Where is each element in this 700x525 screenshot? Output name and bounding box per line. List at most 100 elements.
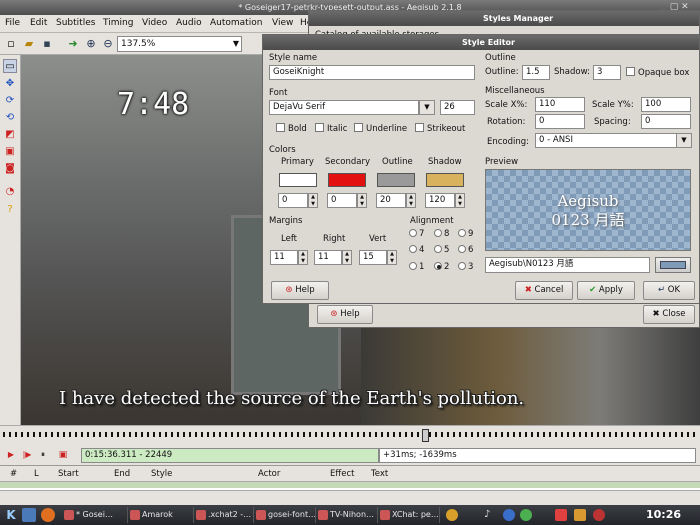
time-display[interactable]: 0:15:36.311 - 22449: [81, 448, 379, 463]
margin-right-spinner[interactable]: ▲ ▼: [342, 250, 352, 265]
primary-alpha-spinner[interactable]: ▲ ▼: [308, 193, 318, 208]
help-tool-icon[interactable]: ?: [3, 203, 17, 217]
outline-color-swatch[interactable]: [377, 173, 415, 187]
seek-slider[interactable]: [0, 425, 700, 445]
col-actor[interactable]: Actor: [258, 469, 280, 479]
autoscroll-icon[interactable]: ▣: [54, 448, 72, 462]
clip-tool-icon[interactable]: ▣: [3, 145, 17, 159]
manager-help-button[interactable]: ⊛ Help: [317, 305, 373, 324]
align-4-radio[interactable]: 4: [409, 245, 424, 255]
margin-vert-spinner[interactable]: ▲ ▼: [387, 250, 397, 265]
rotate-z-icon[interactable]: ⟳: [3, 94, 17, 108]
align-3-radio[interactable]: 3: [458, 262, 473, 272]
menu-subtitles[interactable]: Subtitles: [56, 18, 95, 28]
secondary-color-swatch[interactable]: [328, 173, 366, 187]
browser-icon[interactable]: [41, 508, 55, 522]
chevron-down-icon[interactable]: ▼: [419, 100, 435, 115]
align-5-radio[interactable]: 5: [434, 245, 449, 255]
menu-video[interactable]: Video: [142, 18, 167, 28]
task-gosei-font[interactable]: gosei-font…: [254, 507, 316, 523]
opaque-box-checkbox[interactable]: Opaque box: [626, 67, 689, 78]
outline-alpha-spinner[interactable]: ▲ ▼: [406, 193, 416, 208]
strikeout-checkbox[interactable]: Strikeout: [415, 123, 465, 134]
save-icon[interactable]: ▪: [40, 37, 54, 51]
kde-menu-icon[interactable]: K: [3, 507, 19, 523]
zoom-out-icon[interactable]: ⊖: [101, 37, 115, 51]
scale-x-input[interactable]: 110: [535, 97, 585, 112]
menu-automation[interactable]: Automation: [210, 18, 262, 28]
scale-y-input[interactable]: 100: [641, 97, 691, 112]
standard-tool-icon[interactable]: ▭: [3, 59, 17, 73]
task-aegisub[interactable]: * Gosei…: [62, 507, 128, 523]
menu-audio[interactable]: Audio: [176, 18, 202, 28]
open-folder-icon[interactable]: ▰: [22, 37, 36, 51]
shadow-depth-input[interactable]: 3: [593, 65, 621, 80]
menu-edit[interactable]: Edit: [30, 18, 47, 28]
task-xchat[interactable]: .xchat2 -…: [194, 507, 254, 523]
shadow-color-swatch[interactable]: [426, 173, 464, 187]
manager-close-button[interactable]: ✖ Close: [643, 305, 695, 324]
zoom-in-icon[interactable]: ⊕: [84, 37, 98, 51]
pause-icon[interactable]: ⏸: [36, 448, 50, 462]
col-layer[interactable]: L: [34, 469, 39, 479]
encoding-select[interactable]: 0 - ANSI: [535, 133, 677, 148]
task-xchat-pe[interactable]: XChat: pe…: [378, 507, 440, 523]
col-style[interactable]: Style: [151, 469, 172, 479]
apply-button[interactable]: ✔ Apply: [577, 281, 635, 300]
bold-checkbox[interactable]: Bold: [276, 123, 307, 134]
zoom-combo[interactable]: 137.5% ▼: [117, 36, 242, 52]
col-end[interactable]: End: [114, 469, 130, 479]
secondary-alpha-spinner[interactable]: ▲ ▼: [357, 193, 367, 208]
menu-timing[interactable]: Timing: [103, 18, 133, 28]
rotate-xy-icon[interactable]: ⟲: [3, 111, 17, 125]
primary-alpha-input[interactable]: 0: [278, 193, 308, 208]
table-row[interactable]: [0, 482, 700, 488]
shadow-alpha-input[interactable]: 120: [425, 193, 455, 208]
drag-tool-icon[interactable]: ✥: [3, 77, 17, 91]
align-7-radio[interactable]: 7: [409, 229, 424, 239]
menu-file[interactable]: File: [5, 18, 20, 28]
col-text[interactable]: Text: [371, 469, 388, 479]
tray-icon[interactable]: [555, 509, 567, 521]
col-effect[interactable]: Effect: [330, 469, 354, 479]
align-2-radio[interactable]: 2: [434, 262, 449, 272]
align-6-radio[interactable]: 6: [458, 245, 473, 255]
play-line-icon[interactable]: |▶: [20, 448, 34, 462]
realtime-icon[interactable]: ◔: [3, 185, 17, 199]
preview-text-input[interactable]: Aegisub\N0123 月語: [485, 257, 650, 273]
vector-clip-icon[interactable]: ◙: [3, 162, 17, 176]
tray-icon[interactable]: [503, 509, 515, 521]
seek-thumb[interactable]: [422, 429, 429, 442]
help-button[interactable]: ⊛ Help: [271, 281, 329, 300]
primary-color-swatch[interactable]: [279, 173, 317, 187]
rotation-input[interactable]: 0: [535, 114, 585, 129]
volume-icon[interactable]: ♪: [484, 508, 498, 522]
jump-to-icon[interactable]: ➜: [66, 37, 80, 51]
ok-button[interactable]: ↵ OK: [643, 281, 695, 300]
task-tv-nihon[interactable]: TV-Nihon…: [316, 507, 378, 523]
italic-checkbox[interactable]: Italic: [315, 123, 347, 134]
desktop-icon[interactable]: [22, 508, 36, 522]
margin-left-spinner[interactable]: ▲ ▼: [298, 250, 308, 265]
tray-icon[interactable]: [446, 509, 458, 521]
play-icon[interactable]: ▶: [4, 448, 18, 462]
col-start[interactable]: Start: [58, 469, 79, 479]
tray-icon[interactable]: [593, 509, 605, 521]
col-number[interactable]: #: [10, 469, 17, 479]
align-1-radio[interactable]: 1: [409, 262, 424, 272]
grid-scrollbar[interactable]: [0, 490, 700, 505]
chevron-down-icon[interactable]: ▼: [676, 133, 692, 148]
preview-bg-color-button[interactable]: [655, 257, 691, 273]
clock[interactable]: 10:26: [646, 508, 681, 521]
margin-left-input[interactable]: 11: [270, 250, 298, 265]
tray-icon[interactable]: [574, 509, 586, 521]
font-name-select[interactable]: DejaVu Serif: [269, 100, 419, 115]
shadow-alpha-spinner[interactable]: ▲ ▼: [455, 193, 465, 208]
align-8-radio[interactable]: 8: [434, 229, 449, 239]
margin-vert-input[interactable]: 15: [359, 250, 387, 265]
font-size-input[interactable]: 26: [440, 100, 475, 115]
tray-icon[interactable]: [520, 509, 532, 521]
align-9-radio[interactable]: 9: [458, 229, 473, 239]
scale-tool-icon[interactable]: ◩: [3, 128, 17, 142]
style-name-input[interactable]: GoseiKnight: [269, 65, 475, 80]
